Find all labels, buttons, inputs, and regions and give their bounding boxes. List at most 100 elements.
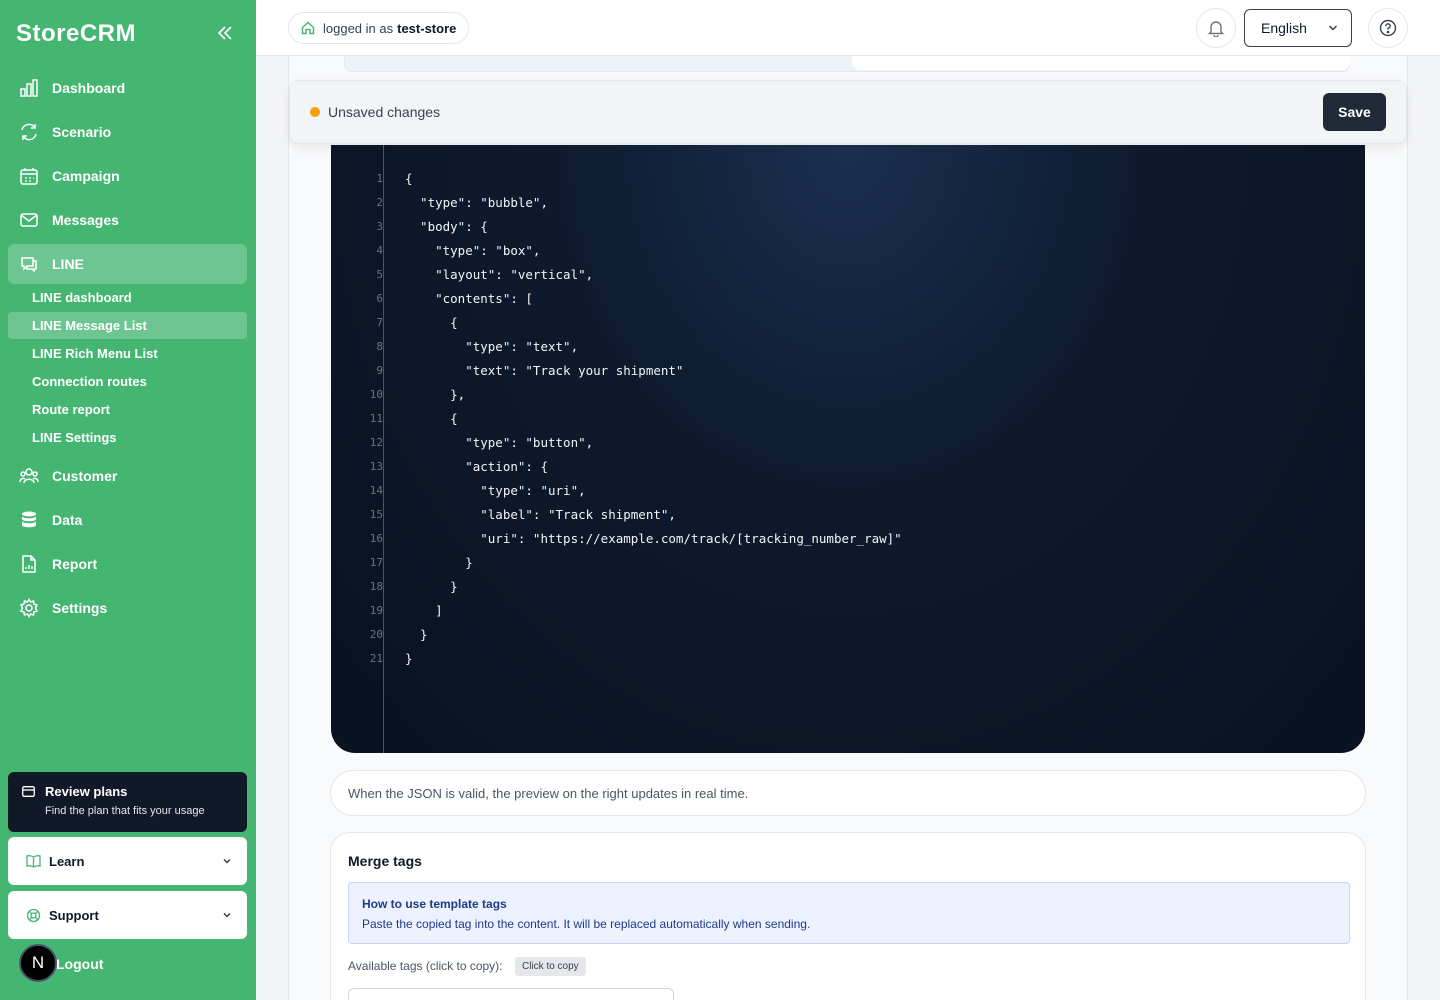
unsaved-changes-text: Unsaved changes <box>328 104 441 120</box>
chevron-down-icon <box>223 858 231 864</box>
sub-line-dashboard[interactable]: LINE dashboard <box>8 284 247 311</box>
line-number: 17 <box>369 556 383 569</box>
notifications-button[interactable] <box>1196 8 1236 48</box>
code-line: "body": { <box>405 219 488 234</box>
nav-customer[interactable]: Customer <box>8 456 247 496</box>
gutter-divider <box>383 145 384 753</box>
code-line: "type": "bubble", <box>405 195 548 210</box>
learn-button[interactable]: Learn <box>8 837 247 885</box>
learn-label: Learn <box>49 853 85 869</box>
unsaved-indicator-dot <box>310 107 320 117</box>
sub-connection-routes[interactable]: Connection routes <box>8 368 247 395</box>
nav-dashboard[interactable]: Dashboard <box>8 68 247 108</box>
book-icon <box>26 855 41 868</box>
report-icon <box>18 553 40 575</box>
users-icon <box>18 465 40 487</box>
code-line: "type": "box", <box>405 243 541 258</box>
language-select[interactable]: English <box>1244 9 1352 47</box>
code-line: } <box>405 627 428 642</box>
review-plans-title: Review plans <box>45 784 128 799</box>
nav-settings[interactable]: Settings <box>8 588 247 628</box>
available-tags-label: Available tags (click to copy): <box>348 959 503 973</box>
line-number: 1 <box>376 172 383 185</box>
refresh-icon <box>18 121 40 143</box>
help-button[interactable] <box>1368 8 1408 48</box>
sub-line-message-list[interactable]: LINE Message List <box>8 312 247 339</box>
line-number: 13 <box>369 460 383 473</box>
line-number: 8 <box>376 340 383 353</box>
chevron-down-icon <box>223 912 231 918</box>
calendar-icon <box>18 165 40 187</box>
line-number: 2 <box>376 196 383 209</box>
save-button[interactable]: Save <box>1323 93 1386 131</box>
unsaved-changes-bar: Unsaved changes Save <box>289 80 1407 144</box>
code-line: { <box>405 171 413 186</box>
line-number: 21 <box>369 652 383 665</box>
code-line: "type": "button", <box>405 435 594 450</box>
code-line: "uri": "https://example.com/track/[track… <box>405 531 902 546</box>
nav-report[interactable]: Report <box>8 544 247 584</box>
line-number: 20 <box>369 628 383 641</box>
code-line: { <box>405 411 458 426</box>
line-number: 14 <box>369 484 383 497</box>
line-number: 4 <box>376 244 383 257</box>
line-number: 5 <box>376 268 383 281</box>
review-plans-card[interactable]: Review plans Find the plan that fits you… <box>8 772 247 832</box>
code-line: } <box>405 555 473 570</box>
line-number: 10 <box>369 388 383 401</box>
code-line: } <box>405 651 413 666</box>
line-number: 15 <box>369 508 383 521</box>
support-label: Support <box>49 907 99 923</box>
chevron-down-icon <box>1328 25 1338 31</box>
line-number: 19 <box>369 604 383 617</box>
language-value: English <box>1261 20 1307 36</box>
code-line: "text": "Track your shipment" <box>405 363 684 378</box>
sub-line-rich-menu-list[interactable]: LINE Rich Menu List <box>8 340 247 367</box>
nav-messages[interactable]: Messages <box>8 200 247 240</box>
nav-label: Settings <box>52 600 108 616</box>
line-number: 16 <box>369 532 383 545</box>
nav-scenario[interactable]: Scenario <box>8 112 247 152</box>
support-icon <box>26 908 41 922</box>
brand-logo: StoreCRM <box>16 20 137 47</box>
collapse-sidebar-icon[interactable] <box>216 24 234 42</box>
line-number: 9 <box>376 364 383 377</box>
nav-label: Customer <box>52 468 118 484</box>
code-line: ] <box>405 603 443 618</box>
login-status-pill[interactable]: logged in as test-store <box>288 12 470 44</box>
nav-label: Data <box>52 512 83 528</box>
sidebar: StoreCRM Dashboard Scenario Campaign Mes… <box>0 0 256 1000</box>
sub-line-settings[interactable]: LINE Settings <box>8 424 247 451</box>
nav-line[interactable]: LINE <box>8 244 247 284</box>
merge-tags-title: Merge tags <box>348 853 422 869</box>
line-number: 12 <box>369 436 383 449</box>
json-preview-hint: When the JSON is valid, the preview on t… <box>330 770 1366 816</box>
nav-campaign[interactable]: Campaign <box>8 156 247 196</box>
nav-data[interactable]: Data <box>8 500 247 540</box>
nav-label: Report <box>52 556 98 572</box>
line-number: 18 <box>369 580 383 593</box>
support-button[interactable]: Support <box>8 891 247 939</box>
code-line: } <box>405 579 458 594</box>
logout-link[interactable]: Logout <box>56 956 103 972</box>
code-line: { <box>405 315 458 330</box>
tag-search-input[interactable] <box>348 988 674 1000</box>
code-line: "action": { <box>405 459 548 474</box>
click-to-copy-chip[interactable]: Click to copy <box>515 957 586 976</box>
sub-route-report[interactable]: Route report <box>8 396 247 423</box>
json-code-editor[interactable]: 1 {2 "type": "bubble", 3 "body": {4 "type"… <box>331 145 1365 753</box>
code-line: }, <box>405 387 466 402</box>
nav-label: Scenario <box>52 124 112 140</box>
nav-label: Dashboard <box>52 80 126 96</box>
help-icon <box>1379 19 1397 37</box>
home-icon <box>301 21 315 35</box>
line-number: 7 <box>376 316 383 329</box>
logged-in-label: logged in as <box>323 20 394 36</box>
bell-icon <box>1207 21 1225 37</box>
avatar[interactable]: N <box>19 944 57 982</box>
review-plans-subtitle: Find the plan that fits your usage <box>45 805 205 817</box>
chat-icon <box>18 253 40 275</box>
code-line: "label": "Track shipment", <box>405 507 676 522</box>
nav-label: Campaign <box>52 168 120 184</box>
template-tags-info: How to use template tags Paste the copie… <box>348 882 1350 944</box>
